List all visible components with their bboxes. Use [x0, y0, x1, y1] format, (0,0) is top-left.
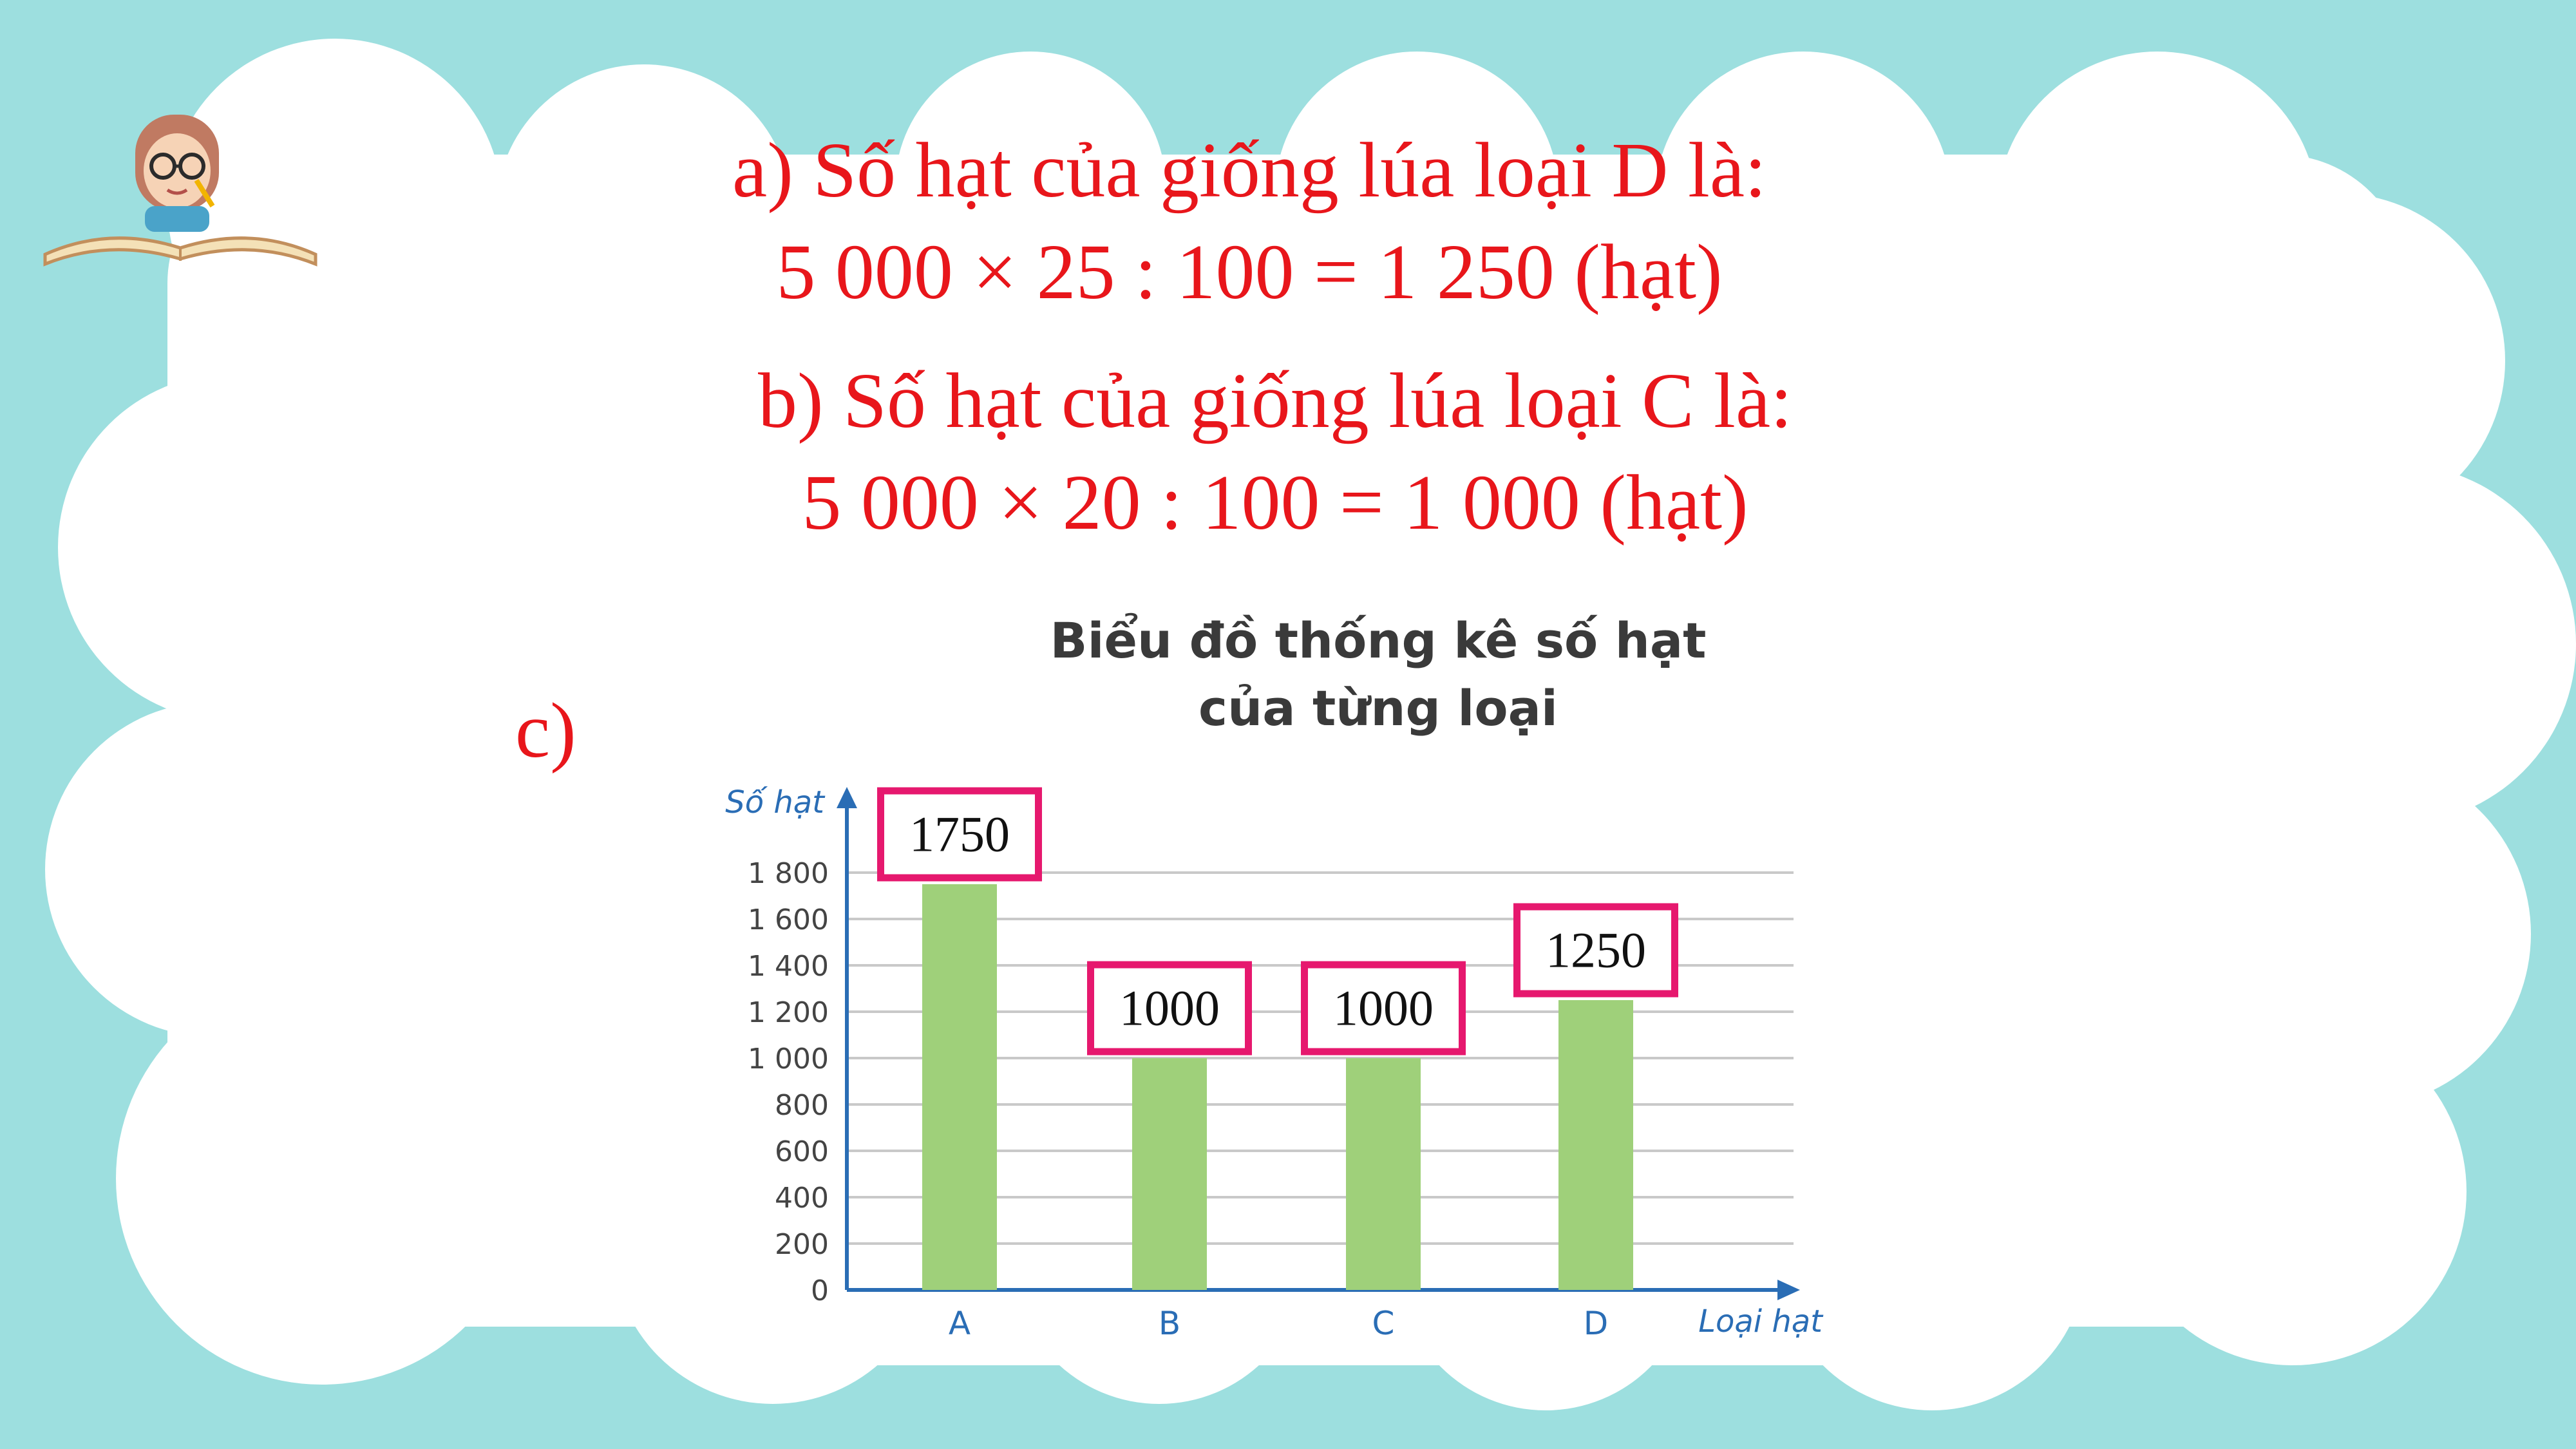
x-axis-label: Loại hạt — [1698, 1303, 1824, 1340]
bar-chart: 0 200 400 600 800 1 000 1 200 1 400 1 600 1 800 Số… — [725, 784, 1824, 1342]
y-tick-label: 600 — [775, 1135, 829, 1168]
value-label: 1750 — [909, 806, 1010, 862]
y-tick-label: 1 200 — [748, 996, 829, 1029]
bar-a — [922, 884, 997, 1290]
bar-c — [1346, 1058, 1421, 1290]
y-tick-label: 200 — [775, 1228, 829, 1261]
x-tick-label: A — [949, 1305, 971, 1342]
y-axis-label: Số hạt — [725, 784, 826, 820]
value-label: 1000 — [1333, 980, 1434, 1036]
bar-b — [1132, 1058, 1207, 1290]
value-label: 1000 — [1119, 980, 1220, 1036]
value-label: 1250 — [1546, 922, 1646, 978]
y-tick-label: 800 — [775, 1089, 829, 1122]
x-tick-label: D — [1584, 1305, 1609, 1342]
bar-d — [1558, 1000, 1633, 1290]
y-tick-label: 1 000 — [748, 1043, 829, 1075]
y-tick-label: 0 — [811, 1274, 829, 1307]
y-tick-label: 1 600 — [748, 904, 829, 936]
y-tick-label: 400 — [775, 1182, 829, 1215]
y-axis-arrow — [837, 787, 857, 808]
y-tick-label: 1 800 — [748, 857, 829, 890]
y-tick-label: 1 400 — [748, 950, 829, 983]
x-axis-arrow — [1777, 1280, 1800, 1300]
x-tick-label: C — [1372, 1305, 1395, 1342]
x-tick-label: B — [1159, 1305, 1180, 1342]
